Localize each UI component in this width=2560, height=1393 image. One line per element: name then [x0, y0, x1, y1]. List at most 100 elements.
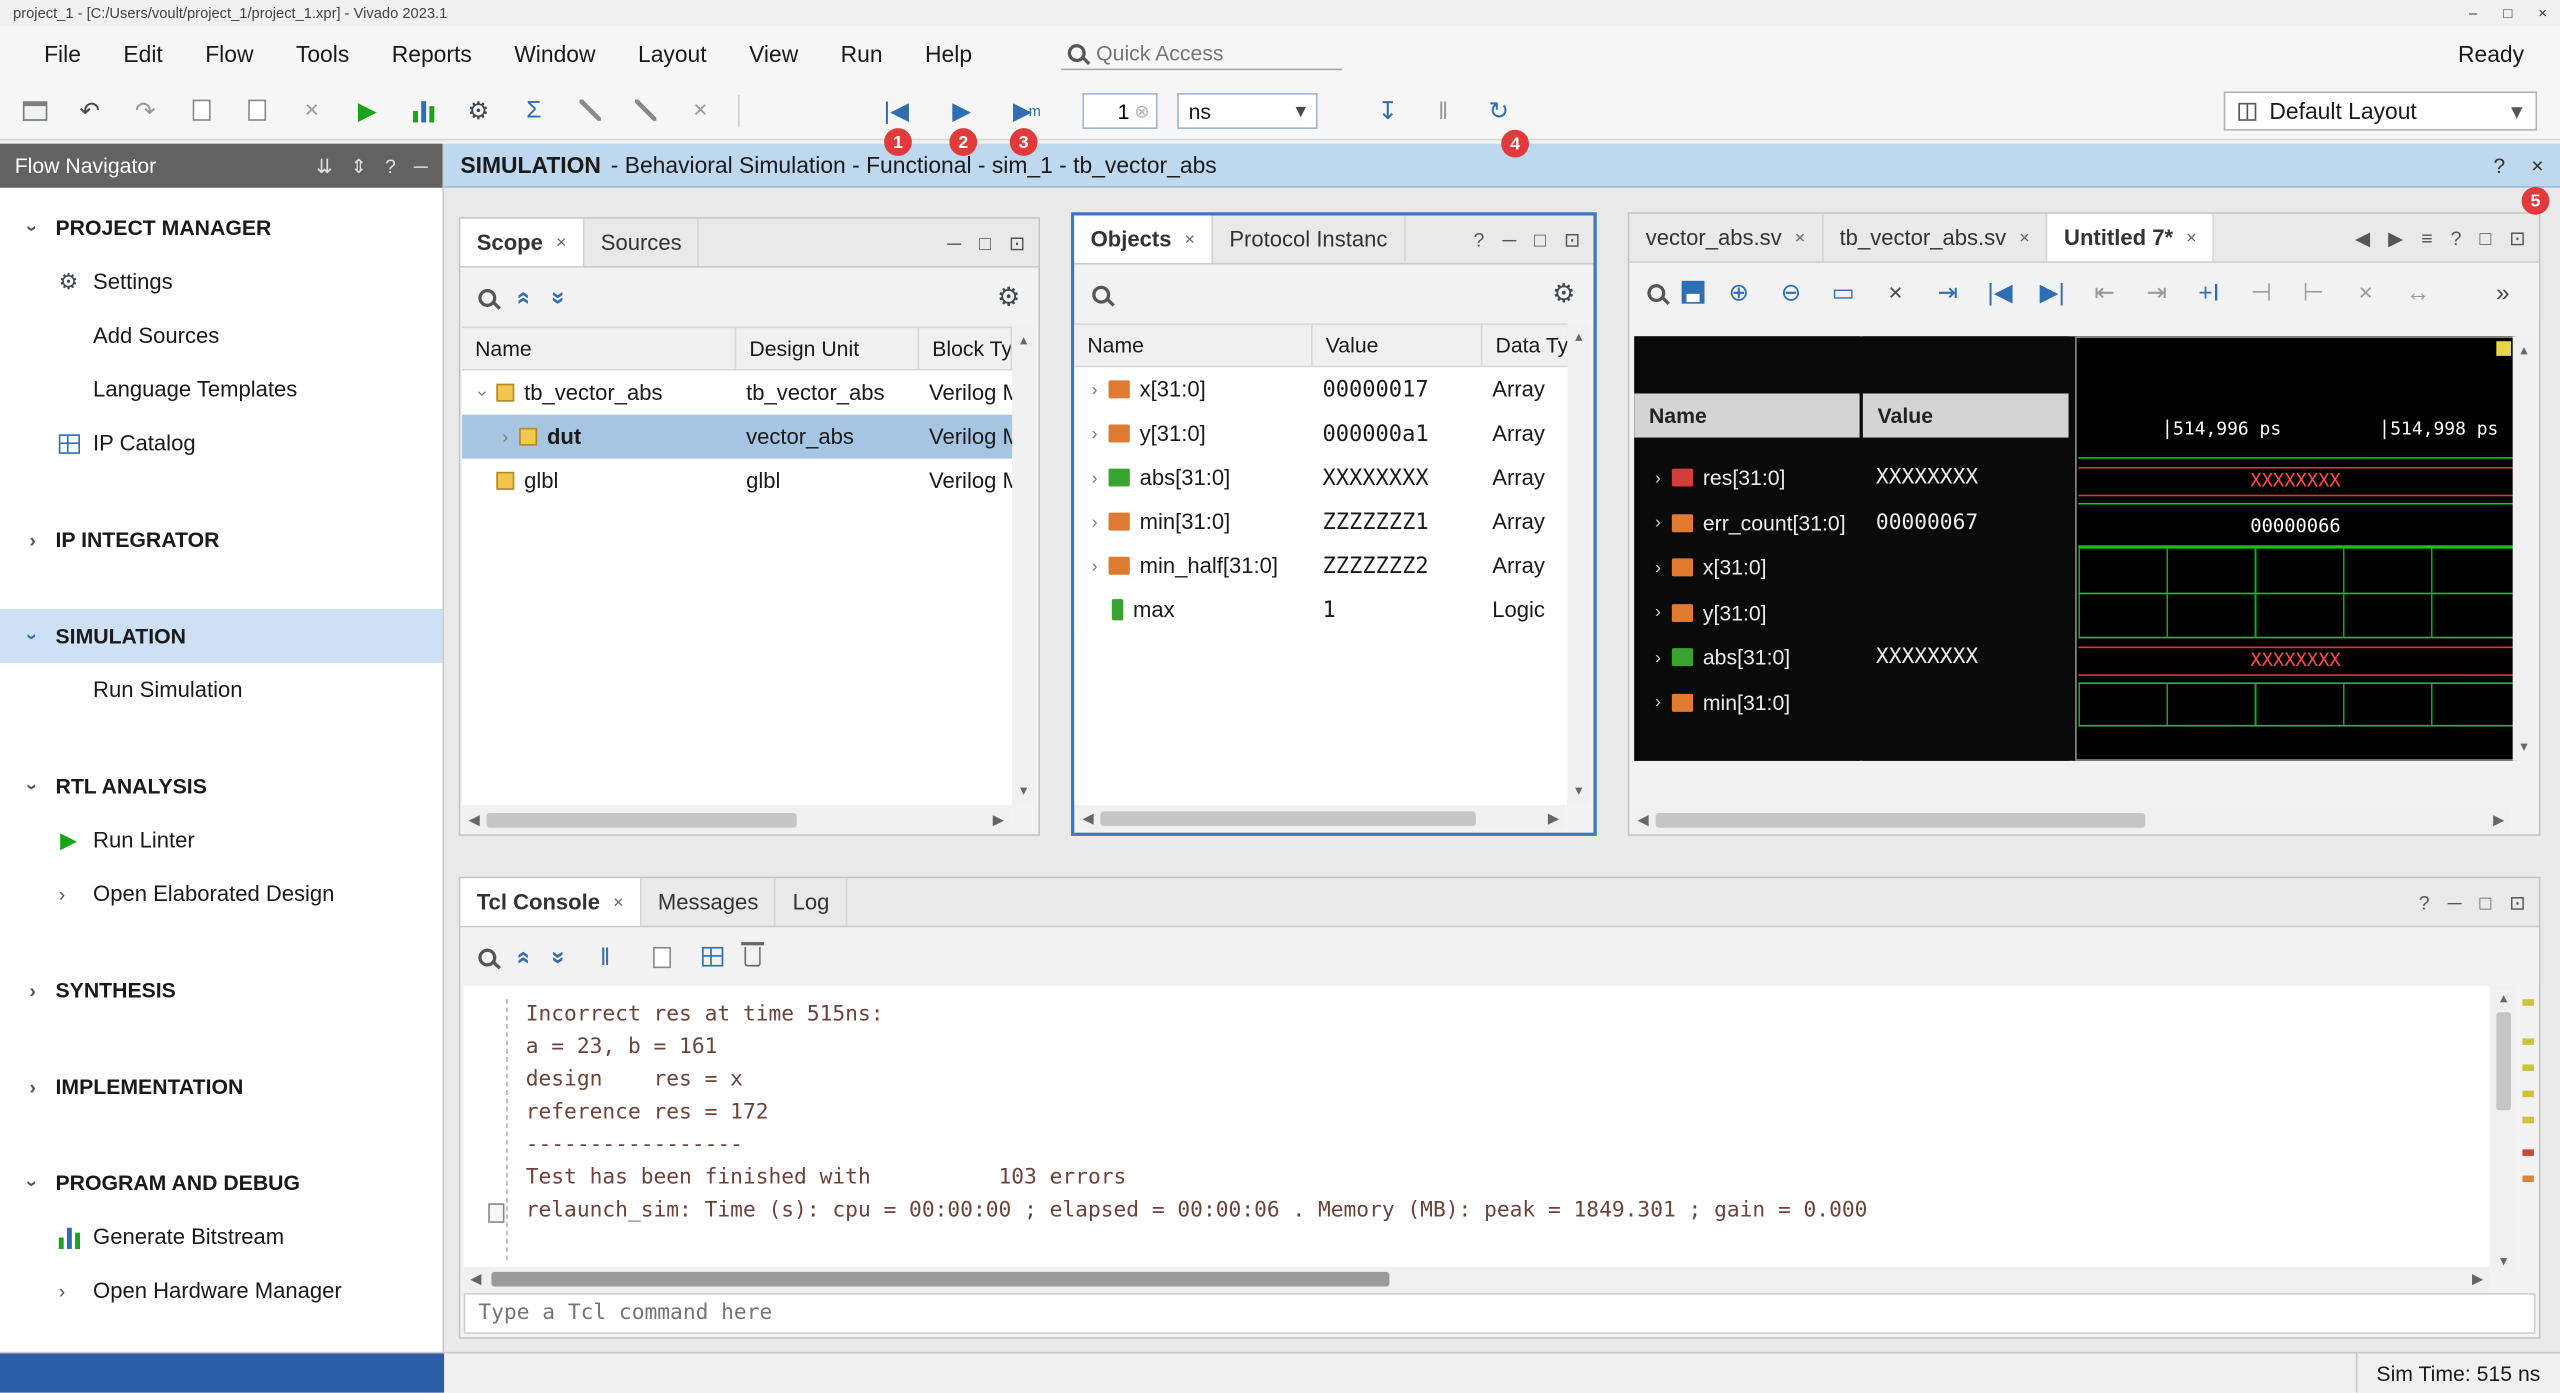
float-panel-icon[interactable]: ⊡ [2509, 226, 2525, 249]
save-icon[interactable] [1682, 281, 1705, 304]
collapse-all-icon[interactable]: ⇊ [316, 154, 332, 177]
edit-disabled-icon[interactable] [571, 92, 607, 128]
sort-icon[interactable]: ⇕ [351, 154, 367, 177]
sigma-icon[interactable]: Σ [516, 92, 552, 128]
close-tab-icon[interactable]: × [2019, 228, 2030, 248]
window-minimize-button[interactable]: – [2469, 5, 2477, 21]
help-icon[interactable]: ? [2493, 153, 2505, 177]
wave-trace-abs[interactable]: XXXXXXXX [2078, 637, 2512, 682]
section-ip-integrator[interactable]: › IP INTEGRATOR [0, 513, 442, 567]
expand-chevron-icon[interactable]: › [1084, 556, 1105, 576]
section-implementation[interactable]: › IMPLEMENTATION [0, 1060, 442, 1114]
wave-trace-x[interactable] [2078, 547, 2512, 592]
collapse-all-icon[interactable]: « [510, 290, 538, 304]
tab-scroll-left-icon[interactable]: ◀ [2355, 226, 2370, 249]
wave-trace-y[interactable] [2078, 592, 2512, 637]
table-row-tb_vector_abs[interactable]: › tb_vector_abs tb_vector_abs Verilog M [462, 371, 1012, 415]
column-header-data-type[interactable]: Data Ty [1482, 325, 1569, 366]
more-tools-icon[interactable]: » [2485, 274, 2521, 310]
menu-tools[interactable]: Tools [275, 31, 371, 77]
scroll-thumb[interactable] [491, 1272, 1389, 1287]
time-unit-select[interactable]: ns ▾ [1177, 93, 1317, 129]
expand-chevron-icon[interactable]: › [1647, 513, 1668, 533]
wave-marker-icon[interactable] [2496, 341, 2511, 356]
minimize-panel-icon[interactable]: ─ [414, 154, 428, 177]
section-synthesis[interactable]: › SYNTHESIS [0, 963, 442, 1017]
delete-marker-icon[interactable]: × [2348, 274, 2384, 310]
sidebar-item-open-elaborated-design[interactable]: › Open Elaborated Design [0, 867, 442, 921]
scroll-thumb[interactable] [486, 812, 796, 827]
tab-scroll-right-icon[interactable]: ▶ [2388, 226, 2403, 249]
maximize-panel-icon[interactable]: □ [2479, 891, 2491, 914]
wave-signal-abs[interactable]: ›abs[31:0] [1634, 635, 1859, 680]
copy-icon[interactable] [183, 92, 219, 128]
tab-list-icon[interactable]: ≡ [2421, 226, 2432, 249]
settings-gear-icon[interactable]: ⚙ [997, 281, 1020, 314]
expand-chevron-icon[interactable]: › [1647, 693, 1668, 713]
scroll-up-icon[interactable]: ▴ [1020, 331, 1027, 349]
remove-cursor-icon[interactable]: × [1878, 274, 1914, 310]
open-project-icon[interactable] [16, 92, 52, 128]
collapse-all-icon[interactable]: « [510, 950, 538, 964]
chevron-icon[interactable]: › [21, 776, 44, 796]
scroll-up-icon[interactable]: ▴ [2520, 341, 2527, 359]
chevron-icon[interactable]: › [59, 882, 66, 905]
pause-icon[interactable]: ‖ [1425, 93, 1461, 129]
horizontal-scrollbar[interactable]: ◀ ▶ [464, 808, 1009, 831]
settings-gear-icon[interactable]: ⚙ [1552, 278, 1575, 311]
wave-trace-res[interactable]: XXXXXXXX [2078, 457, 2512, 502]
sidebar-item-settings[interactable]: ⚙ Settings [0, 255, 442, 309]
window-maximize-button[interactable]: □ [2503, 5, 2512, 21]
cancel-icon[interactable]: × [682, 92, 718, 128]
help-icon[interactable]: ? [385, 154, 396, 177]
scroll-down-icon[interactable]: ▾ [2520, 738, 2527, 756]
horizontal-scrollbar[interactable]: ◀ ▶ [1633, 808, 2510, 831]
menu-window[interactable]: Window [493, 31, 617, 77]
scroll-up-icon[interactable]: ▴ [1575, 328, 1582, 346]
chevron-icon[interactable]: › [23, 1075, 43, 1098]
float-panel-icon[interactable]: ⊡ [1009, 231, 1025, 254]
waveform-display[interactable]: 514,996 ps 514,998 ps XXXXXXXX 00000066 … [2075, 336, 2516, 760]
sim-time-field[interactable]: ⊗ [1082, 93, 1157, 129]
close-view-icon[interactable]: × [2531, 153, 2543, 177]
wave-value-header[interactable]: Value [1863, 393, 2069, 437]
menu-flow[interactable]: Flow [184, 31, 275, 77]
delete-icon[interactable]: × [294, 92, 330, 128]
vertical-scrollbar[interactable]: ▴ ▾ [2491, 986, 2515, 1273]
column-header-value[interactable]: Value [1313, 325, 1483, 366]
scroll-thumb[interactable] [2496, 1012, 2511, 1110]
menu-layout[interactable]: Layout [617, 31, 728, 77]
search-icon[interactable] [478, 948, 496, 966]
chevron-icon[interactable]: › [23, 528, 43, 551]
tab-messages[interactable]: Messages [642, 878, 777, 925]
horizontal-scrollbar[interactable]: ◀ ▶ [1078, 807, 1565, 830]
relaunch-simulation-icon[interactable]: ↻ [1481, 93, 1517, 129]
wave-signal-x[interactable]: ›x[31:0] [1634, 545, 1859, 590]
menu-help[interactable]: Help [904, 31, 993, 77]
maximize-panel-icon[interactable]: □ [2479, 226, 2491, 249]
add-marker-icon[interactable]: +I [2191, 274, 2227, 310]
expand-chevron-icon[interactable]: › [473, 382, 493, 403]
layout-selector[interactable]: Default Layout ▾ [2224, 91, 2537, 130]
column-header-name[interactable]: Name [462, 328, 736, 369]
menu-run[interactable]: Run [819, 31, 903, 77]
close-tab-icon[interactable]: × [1185, 229, 1196, 249]
sidebar-item-run-simulation[interactable]: Run Simulation [0, 663, 442, 717]
run-for-time-icon[interactable]: ▶m [1009, 93, 1045, 129]
close-tab-icon[interactable]: × [2186, 228, 2197, 248]
expand-all-icon[interactable]: » [545, 950, 573, 964]
scroll-left-icon[interactable]: ◀ [1638, 811, 1649, 829]
tab-log[interactable]: Log [776, 878, 847, 925]
scroll-left-icon[interactable]: ◀ [470, 1270, 481, 1288]
previous-transition-icon[interactable]: |◀ [1982, 274, 2018, 310]
goto-end-icon[interactable]: ⇥ [2139, 274, 2175, 310]
float-panel-icon[interactable]: ⊡ [2509, 891, 2525, 914]
close-tab-icon[interactable]: × [613, 892, 624, 912]
horizontal-scrollbar[interactable]: ◀ ▶ [464, 1267, 2490, 1291]
tab-untitled-7[interactable]: Untitled 7* × [2048, 214, 2215, 261]
help-icon[interactable]: ? [2451, 226, 2462, 249]
scroll-thumb[interactable] [1655, 812, 2145, 827]
sidebar-item-run-linter[interactable]: ▶ Run Linter [0, 813, 442, 867]
sidebar-item-generate-bitstream[interactable]: Generate Bitstream [0, 1210, 442, 1264]
expand-all-icon[interactable]: » [545, 290, 573, 304]
